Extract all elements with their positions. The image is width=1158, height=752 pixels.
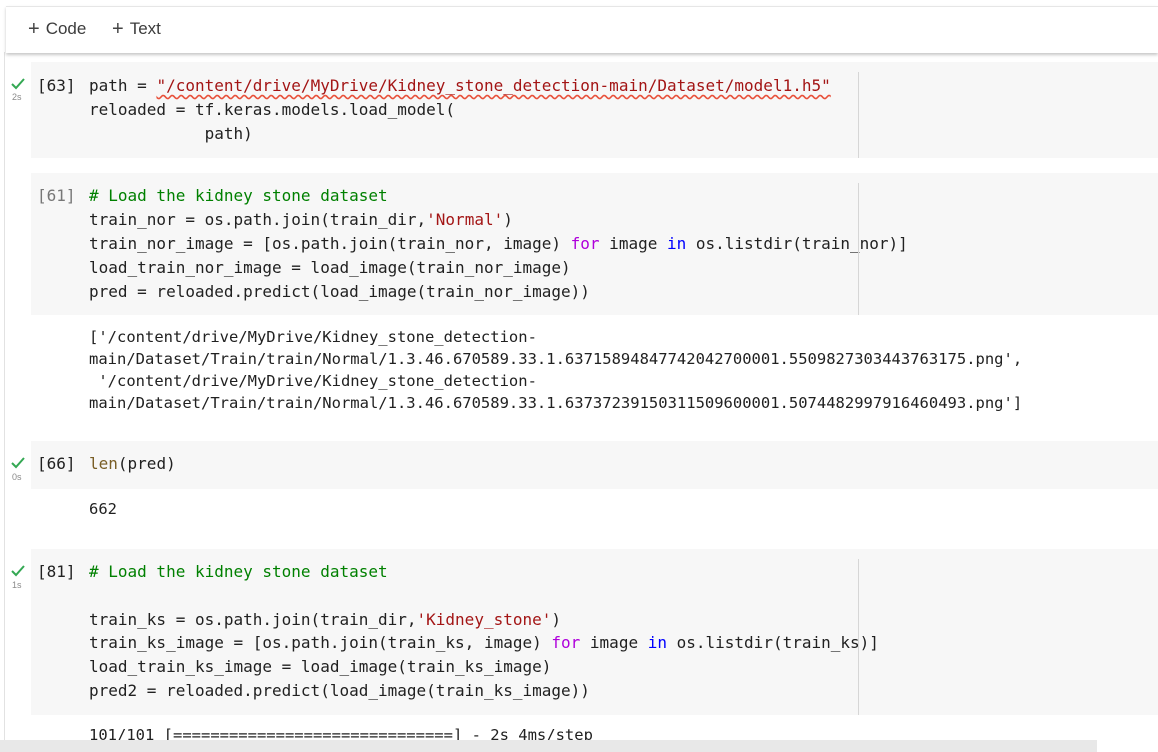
- check-icon: [11, 78, 25, 90]
- editor-ruler: [858, 183, 859, 315]
- execution-duration: 1s: [12, 580, 22, 590]
- add-code-button[interactable]: + Code: [28, 19, 86, 39]
- code-line: load_train_nor_image = load_image(train_…: [89, 258, 571, 277]
- code-line: reloaded = tf.keras.models.load_model(: [89, 100, 456, 119]
- check-icon: [11, 457, 25, 469]
- add-text-label: Text: [129, 19, 161, 38]
- output-line: '/content/drive/MyDrive/Kidney_stone_det…: [89, 372, 537, 390]
- code-cell-63[interactable]: [63] path = "/content/drive/MyDrive/Kidn…: [31, 62, 1158, 158]
- execution-count: [66]: [37, 454, 76, 473]
- execution-count: [81]: [37, 562, 76, 581]
- code-line: path = "/content/drive/MyDrive/Kidney_st…: [89, 76, 831, 95]
- code-line: train_ks = os.path.join(train_dir,'Kidne…: [89, 610, 562, 629]
- code-line: pred2 = reloaded.predict(load_image(trai…: [89, 681, 590, 700]
- code-line: len(pred): [89, 454, 176, 473]
- output-line: ['/content/drive/MyDrive/Kidney_stone_de…: [89, 328, 537, 346]
- code-line: train_ks_image = [os.path.join(train_ks,…: [89, 633, 879, 652]
- check-icon: [11, 565, 25, 577]
- add-text-button[interactable]: + Text: [112, 19, 161, 39]
- execution-count: [61]: [37, 186, 76, 205]
- code-line: pred = reloaded.predict(load_image(train…: [89, 282, 590, 301]
- add-code-label: Code: [45, 19, 87, 38]
- output-line: main/Dataset/Train/train/Normal/1.3.46.6…: [89, 350, 1023, 368]
- notebook-toolbar: + Code + Text: [6, 6, 1158, 53]
- code-line: train_nor_image = [os.path.join(train_no…: [89, 234, 908, 253]
- editor-ruler: [858, 559, 859, 715]
- code-line: train_nor = os.path.join(train_dir,'Norm…: [89, 210, 513, 229]
- notebook-left-border: [4, 52, 5, 752]
- plus-icon: +: [28, 18, 40, 40]
- code-line: path): [89, 124, 253, 143]
- execution-count: [63]: [37, 76, 76, 95]
- code-line: load_train_ks_image = load_image(train_k…: [89, 657, 552, 676]
- output-line: 662: [89, 500, 117, 518]
- execution-duration: 2s: [12, 92, 22, 102]
- output-area-61: ['/content/drive/MyDrive/Kidney_stone_de…: [31, 315, 1158, 435]
- code-cell-61[interactable]: [61] # Load the kidney stone dataset tra…: [31, 173, 1158, 315]
- output-area-66: 662: [31, 489, 1158, 541]
- output-line: main/Dataset/Train/train/Normal/1.3.46.6…: [89, 394, 1023, 412]
- editor-ruler: [858, 72, 859, 158]
- code-cell-81[interactable]: [81] # Load the kidney stone dataset tra…: [31, 549, 1158, 715]
- code-cell-66[interactable]: [66] len(pred): [31, 441, 1158, 489]
- horizontal-scrollbar[interactable]: [0, 740, 1097, 752]
- code-comment: # Load the kidney stone dataset: [89, 186, 388, 205]
- execution-duration: 0s: [12, 472, 22, 482]
- code-comment: # Load the kidney stone dataset: [89, 562, 388, 581]
- plus-icon: +: [112, 18, 124, 40]
